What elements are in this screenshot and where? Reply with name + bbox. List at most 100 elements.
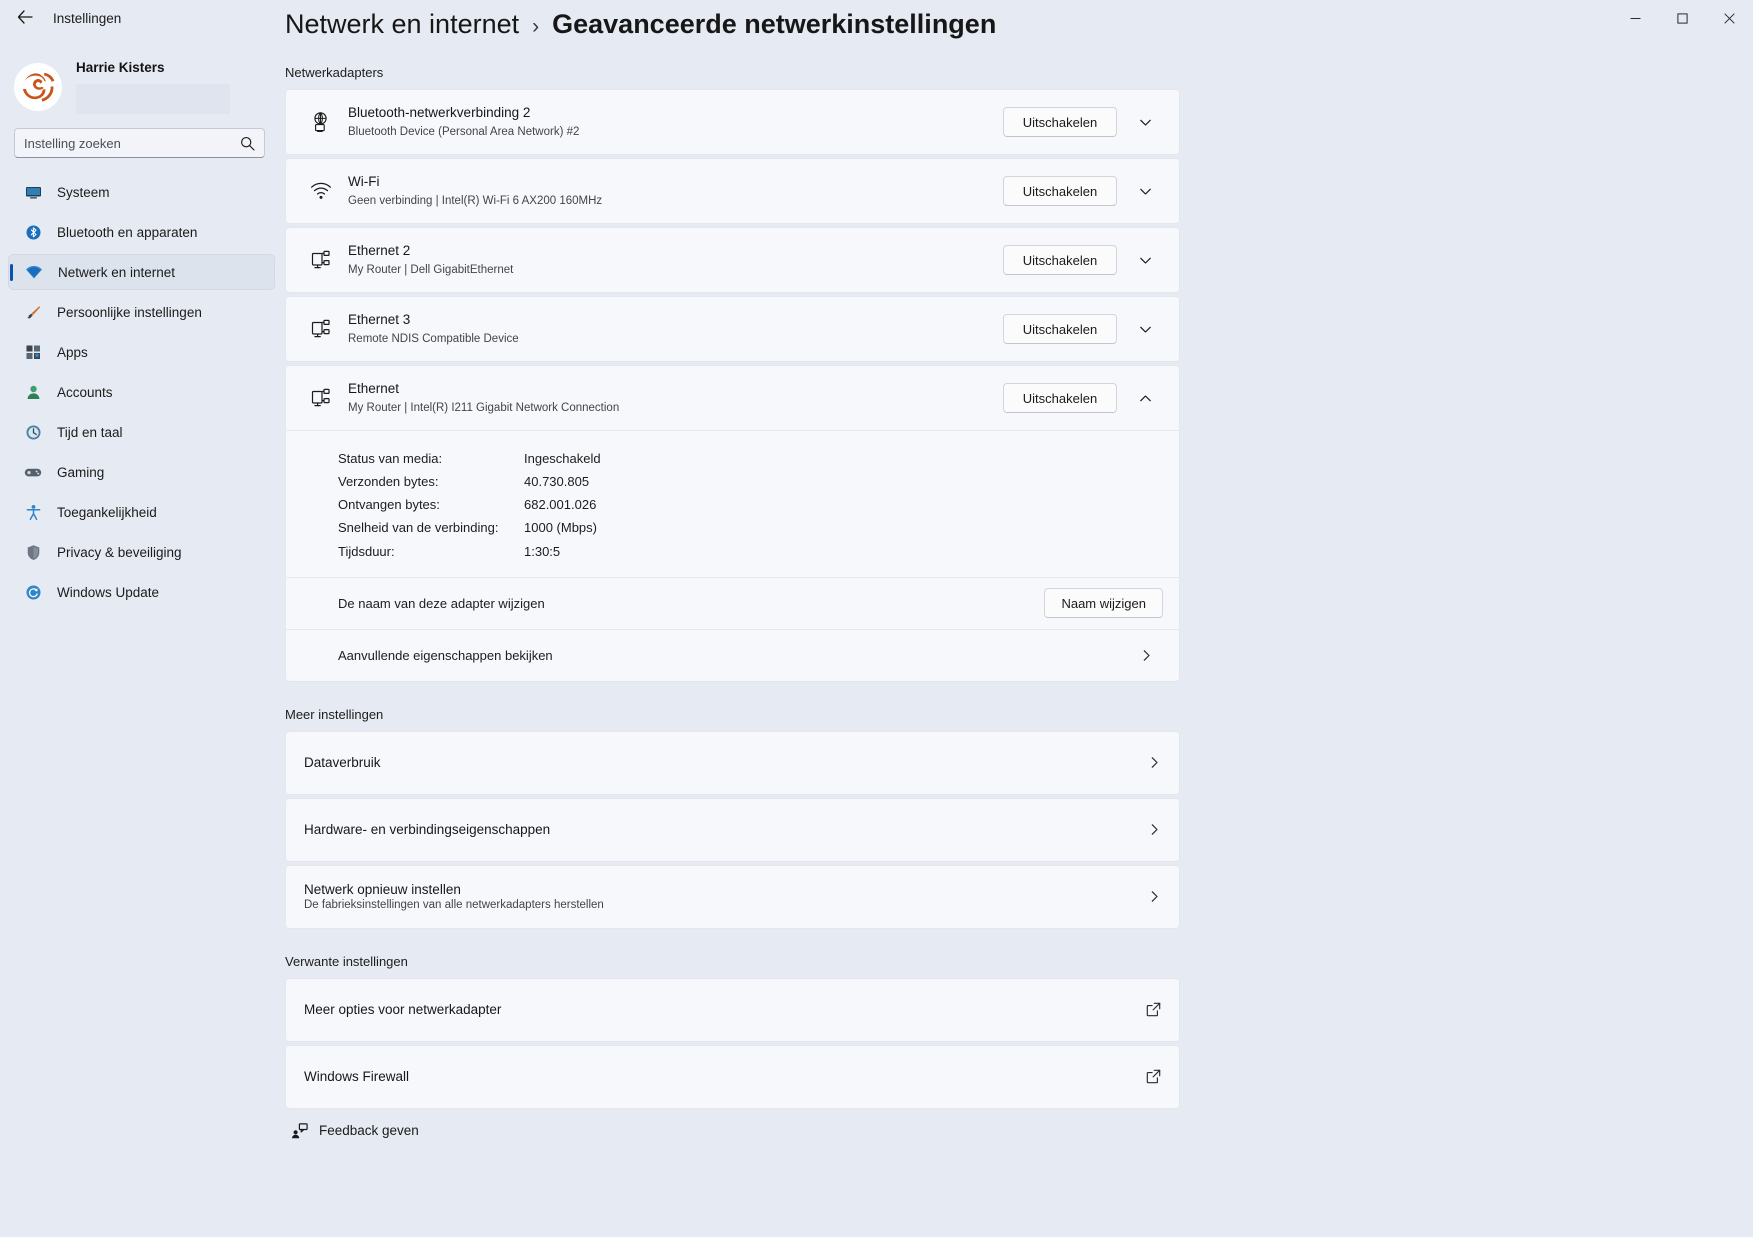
rename-adapter-label: De naam van deze adapter wijzigen (338, 595, 545, 611)
detail-row: Snelheid van de verbinding: 1000 (Mbps) (338, 516, 1161, 539)
network-icon (23, 264, 45, 281)
related-setting-windows-firewall[interactable]: Windows Firewall (285, 1044, 1180, 1109)
sidebar-item-netwerk-en-internet[interactable]: Netwerk en internet (8, 254, 275, 290)
section-title-adapters: Netwerkadapters (285, 65, 384, 80)
chevron-down-icon[interactable] (1127, 313, 1163, 345)
detail-key: Verzonden bytes: (338, 474, 439, 490)
chevron-down-icon[interactable] (1127, 106, 1163, 138)
sidebar-item-label: Tijd en taal (57, 424, 123, 440)
nav-card-title: Dataverbruik (304, 755, 381, 771)
nav-card-text: Hardware- en verbindingseigenschappen (304, 822, 1148, 837)
ethernet-icon (304, 318, 338, 340)
rename-adapter-row: De naam van deze adapter wijzigen Naam w… (286, 576, 1179, 629)
detail-row: Ontvangen bytes: 682.001.026 (338, 493, 1161, 516)
adapter-name: Ethernet 3 (348, 312, 411, 328)
adapter-text: Ethernet 3 Remote NDIS Compatible Device (348, 310, 1003, 348)
disable-button[interactable]: Uitschakelen (1003, 245, 1117, 275)
adapter-name: Bluetooth-netwerkverbinding 2 (348, 105, 531, 121)
adapter-card: Wi-Fi Geen verbinding | Intel(R) Wi-Fi 6… (285, 158, 1180, 224)
chevron-right-icon (1148, 823, 1161, 836)
feedback-link[interactable]: Feedback geven (287, 1122, 487, 1139)
nav-card-title: Netwerk opnieuw instellen (304, 882, 461, 898)
sidebar-item-gaming[interactable]: Gaming (8, 454, 275, 490)
bluetooth-icon (22, 224, 44, 241)
chevron-down-icon[interactable] (1127, 175, 1163, 207)
brush-icon (22, 304, 44, 321)
bluetooth-network-icon (304, 111, 338, 133)
sidebar-item-label: Windows Update (57, 584, 160, 600)
sidebar-item-label: Netwerk en internet (58, 264, 176, 280)
more-properties-row[interactable]: Aanvullende eigenschappen bekijken (286, 628, 1179, 681)
profile-block[interactable]: Harrie Kisters (0, 46, 285, 118)
nav-card-title: Hardware- en verbindingseigenschappen (304, 822, 551, 838)
nav-card-text: Dataverbruik (304, 755, 1148, 770)
chevron-down-icon[interactable] (1127, 244, 1163, 276)
sidebar-item-label: Bluetooth en apparaten (57, 224, 198, 240)
adapter-card: Ethernet 2 My Router | Dell GigabitEther… (285, 227, 1180, 293)
disable-button[interactable]: Uitschakelen (1003, 107, 1117, 137)
sidebar-item-tijd-en-taal[interactable]: Tijd en taal (8, 414, 275, 450)
adapter-row[interactable]: Bluetooth-netwerkverbinding 2 Bluetooth … (286, 90, 1179, 154)
sidebar-item-bluetooth-en-apparaten[interactable]: Bluetooth en apparaten (8, 214, 275, 250)
adapter-row[interactable]: Ethernet 3 Remote NDIS Compatible Device… (286, 297, 1179, 361)
sidebar: Harrie Kisters Systeem (0, 0, 285, 1237)
profile-name: Harrie Kisters (76, 60, 165, 76)
sidebar-item-persoonlijke-instellingen[interactable]: Persoonlijke instellingen (8, 294, 275, 330)
detail-value: 40.730.805 (524, 474, 590, 490)
more-setting-dataverbruik[interactable]: Dataverbruik (285, 730, 1180, 795)
wifi-icon (304, 181, 338, 201)
detail-key: Ontvangen bytes: (338, 497, 440, 513)
more-setting-hardware-verbindingseigenschappen[interactable]: Hardware- en verbindingseigenschappen (285, 797, 1180, 862)
adapter-sub: Remote NDIS Compatible Device (348, 332, 519, 345)
adapter-text: Wi-Fi Geen verbinding | Intel(R) Wi-Fi 6… (348, 172, 1003, 210)
chevron-up-icon[interactable] (1127, 382, 1163, 414)
detail-key: Snelheid van de verbinding: (338, 520, 499, 536)
monitor-icon (22, 184, 44, 201)
disable-button[interactable]: Uitschakelen (1003, 383, 1117, 413)
profile-text: Harrie Kisters (76, 60, 230, 114)
more-properties-label: Aanvullende eigenschappen bekijken (338, 647, 553, 663)
search-input[interactable] (24, 129, 240, 157)
sidebar-item-label: Systeem (57, 184, 110, 200)
detail-row: Verzonden bytes: 40.730.805 (338, 470, 1161, 493)
close-button[interactable] (1706, 0, 1753, 36)
sidebar-item-windows-update[interactable]: Windows Update (8, 574, 275, 610)
nav-card-text: Netwerk opnieuw instellen De fabrieksins… (304, 882, 1148, 911)
sidebar-item-privacy-beveiliging[interactable]: Privacy & beveiliging (8, 534, 275, 570)
chevron-right-icon (1148, 756, 1161, 769)
accessibility-icon (22, 504, 44, 521)
more-setting-netwerk-opnieuw-instellen[interactable]: Netwerk opnieuw instellen De fabrieksins… (285, 864, 1180, 929)
adapter-row[interactable]: Ethernet My Router | Intel(R) I211 Gigab… (286, 366, 1179, 430)
detail-row: Status van media: Ingeschakeld (338, 447, 1161, 470)
adapter-row[interactable]: Ethernet 2 My Router | Dell GigabitEther… (286, 228, 1179, 292)
detail-row: Tijdsduur: 1:30:5 (338, 540, 1161, 563)
chevron-right-icon (1148, 890, 1161, 903)
sidebar-item-systeem[interactable]: Systeem (8, 174, 275, 210)
update-icon (22, 584, 44, 601)
rename-button[interactable]: Naam wijzigen (1044, 588, 1163, 619)
app-title: Instellingen (53, 10, 122, 26)
detail-value: 1000 (Mbps) (524, 520, 597, 536)
maximize-button[interactable] (1659, 0, 1706, 36)
disable-button[interactable]: Uitschakelen (1003, 176, 1117, 206)
minimize-button[interactable] (1612, 0, 1659, 36)
sidebar-item-label: Privacy & beveiliging (57, 544, 182, 560)
sidebar-item-accounts[interactable]: Accounts (8, 374, 275, 410)
back-button[interactable] (8, 3, 42, 33)
nav-card-sub: De fabrieksinstellingen van alle netwerk… (304, 899, 604, 912)
sidebar-item-apps[interactable]: Apps (8, 334, 275, 370)
back-arrow-icon (17, 9, 33, 27)
adapters-list: Bluetooth-netwerkverbinding 2 Bluetooth … (285, 89, 1180, 682)
search-box[interactable] (14, 128, 265, 158)
detail-value: 1:30:5 (524, 543, 561, 559)
sidebar-item-toegankelijkheid[interactable]: Toegankelijkheid (8, 494, 275, 530)
adapter-row[interactable]: Wi-Fi Geen verbinding | Intel(R) Wi-Fi 6… (286, 159, 1179, 223)
apps-icon (22, 344, 44, 361)
disable-button[interactable]: Uitschakelen (1003, 314, 1117, 344)
adapter-text: Ethernet 2 My Router | Dell GigabitEther… (348, 241, 1003, 279)
related-setting-meer-opties-netwerkadapter[interactable]: Meer opties voor netwerkadapter (285, 977, 1180, 1042)
related-settings-list: Meer opties voor netwerkadapter Windows … (285, 977, 1753, 1109)
ethernet-icon (304, 249, 338, 271)
detail-value: 682.001.026 (524, 497, 597, 513)
adapter-sub: Bluetooth Device (Personal Area Network)… (348, 125, 580, 138)
